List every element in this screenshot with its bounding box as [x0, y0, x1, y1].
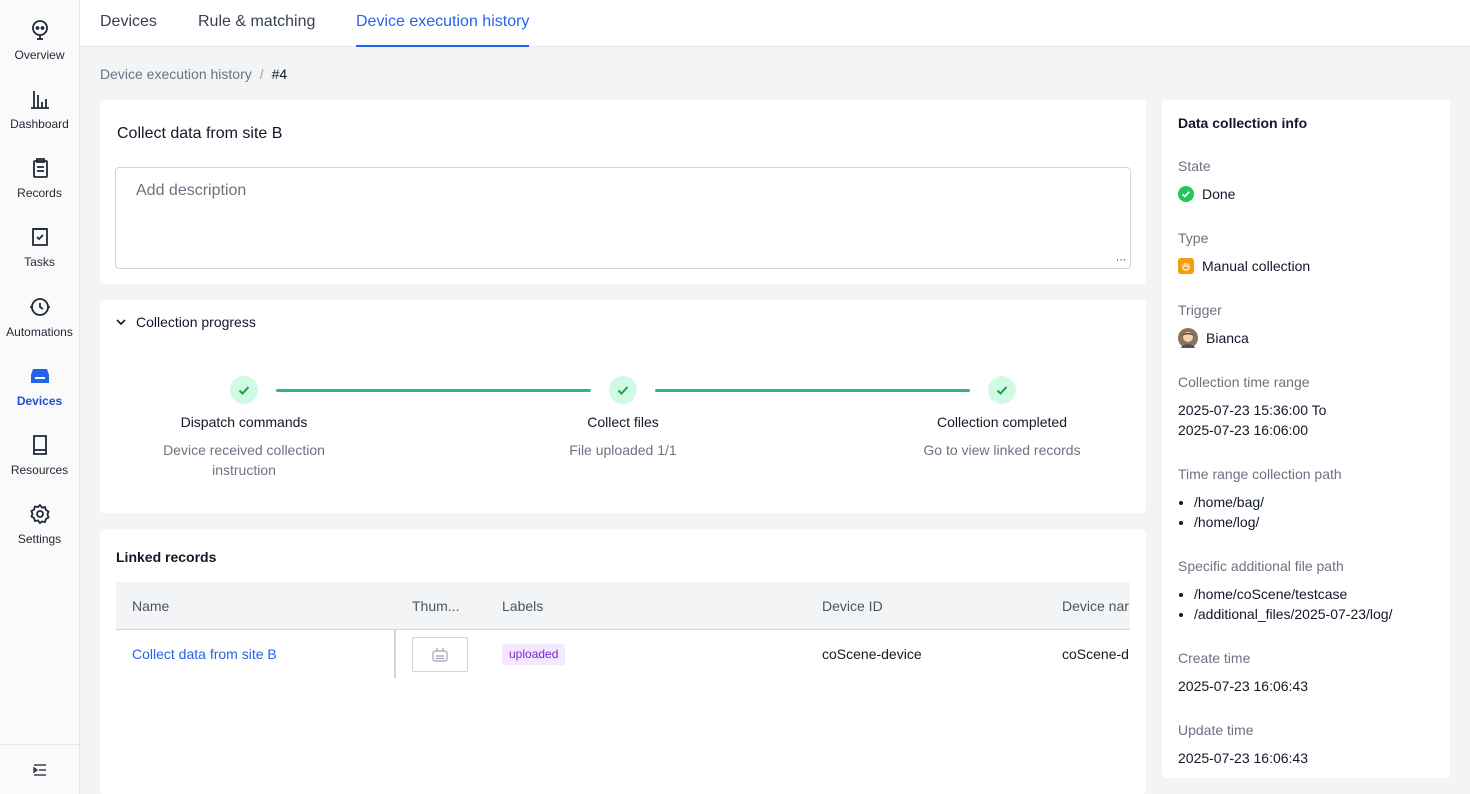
state-label: State — [1178, 158, 1211, 174]
description-input[interactable]: Add description ⋯ — [115, 167, 1131, 269]
resize-handle-icon[interactable]: ⋯ — [1116, 255, 1126, 266]
linked-records-table[interactable]: Name Thum... Labels Device ID Device nar… — [116, 582, 1130, 678]
additional-path-label: Specific additional file path — [1178, 558, 1344, 574]
create-time-label: Create time — [1178, 650, 1251, 666]
gear-icon — [29, 503, 50, 525]
update-time-label: Update time — [1178, 722, 1254, 738]
breadcrumb-current: #4 — [271, 66, 288, 82]
description-placeholder: Add description — [136, 182, 247, 199]
type-label: Type — [1178, 230, 1209, 246]
sidebar-item-label: Resources — [10, 463, 69, 477]
linked-records-card: Linked records Name Thum... Labels Devic… — [100, 529, 1146, 794]
manual-collection-icon — [1178, 258, 1194, 274]
type-value: Manual collection — [1178, 256, 1310, 276]
sidebar-item-resources[interactable]: Resources — [0, 429, 79, 489]
update-time-value: 2025-07-23 16:06:43 — [1178, 750, 1308, 766]
sidebar-item-devices[interactable]: Devices — [0, 360, 79, 420]
column-thumbnail[interactable]: Thum... — [412, 582, 459, 630]
record-title[interactable]: Collect data from site B — [117, 125, 282, 143]
sidebar-item-label: Devices — [16, 394, 63, 408]
automations-icon — [29, 298, 50, 316]
device-name-cell: coScene-d — [1062, 646, 1129, 662]
tasks-icon — [31, 228, 48, 246]
view-linked-records-link[interactable]: Go to view linked records — [882, 440, 1122, 460]
trigger-value: Bianca — [1178, 328, 1249, 348]
sidebar-item-tasks[interactable]: Tasks — [0, 221, 79, 281]
column-device-name[interactable]: Device nar — [1062, 582, 1129, 630]
record-name-link[interactable]: Collect data from site B — [132, 630, 277, 678]
breadcrumb-parent[interactable]: Device execution history — [100, 66, 252, 82]
collection-progress-card: Collection progress Dispatch commands De… — [100, 300, 1146, 513]
step-title: Collect files — [587, 414, 659, 430]
check-icon — [988, 376, 1016, 404]
sidebar-item-records[interactable]: Records — [0, 152, 79, 212]
done-check-icon — [1178, 186, 1194, 202]
collapse-sidebar-button[interactable] — [0, 744, 79, 794]
resources-icon — [32, 435, 47, 455]
sidebar-item-label: Records — [17, 186, 62, 200]
time-range-label: Collection time range — [1178, 374, 1310, 390]
additional-path-list: /home/coScene/testcase /additional_files… — [1194, 584, 1392, 624]
sidebar-item-dashboard[interactable]: Dashboard — [0, 83, 79, 143]
linked-records-title: Linked records — [116, 549, 217, 565]
column-device-id[interactable]: Device ID — [822, 582, 883, 630]
sidebar-item-settings[interactable]: Settings — [0, 498, 79, 558]
record-title-card: Collect data from site B Add description… — [100, 100, 1146, 284]
dashboard-icon — [30, 91, 49, 109]
devices-icon — [30, 369, 49, 383]
time-range-value: 2025-07-23 15:36:00 To 2025-07-23 16:06:… — [1178, 402, 1327, 438]
robot-icon — [432, 647, 448, 662]
progress-step-dispatch: Dispatch commands Device received collec… — [124, 376, 364, 480]
sidebar-item-overview[interactable]: Overview — [0, 14, 79, 74]
tab-rule-matching[interactable]: Rule & matching — [198, 0, 315, 47]
progress-step-completed: Collection completed Go to view linked r… — [882, 376, 1122, 460]
column-labels[interactable]: Labels — [502, 582, 543, 630]
device-id-cell: coScene-device — [822, 646, 922, 662]
collection-path-label: Time range collection path — [1178, 466, 1342, 482]
data-collection-info-panel: Data collection info State Done Type Man… — [1162, 100, 1450, 778]
info-panel-title: Data collection info — [1178, 115, 1308, 131]
breadcrumb: Device execution history / #4 — [100, 66, 287, 82]
sidebar-item-label: Automations — [6, 325, 73, 339]
sidebar: Overview Dashboard Records Tasks Automat… — [0, 0, 80, 794]
sidebar-item-automations[interactable]: Automations — [0, 291, 79, 351]
trigger-label: Trigger — [1178, 302, 1222, 318]
collection-progress-heading: Collection progress — [136, 314, 256, 330]
collection-path-list: /home/bag/ /home/log/ — [1194, 492, 1264, 532]
sidebar-item-label: Settings — [17, 532, 62, 546]
column-divider — [394, 630, 396, 678]
check-icon — [609, 376, 637, 404]
collection-progress-toggle[interactable]: Collection progress — [114, 314, 256, 330]
tab-device-execution-history[interactable]: Device execution history — [356, 0, 530, 47]
state-value: Done — [1178, 184, 1235, 204]
table-row[interactable]: Collect data from site B uploaded coScen… — [116, 630, 1130, 678]
collapse-sidebar-icon — [32, 763, 46, 776]
step-title: Dispatch commands — [180, 414, 308, 430]
record-thumbnail[interactable] — [412, 637, 468, 672]
check-icon — [230, 376, 258, 404]
list-item: /home/log/ — [1194, 512, 1264, 532]
create-time-value: 2025-07-23 16:06:43 — [1178, 678, 1308, 694]
breadcrumb-separator: / — [259, 66, 264, 82]
table-header: Name Thum... Labels Device ID Device nar — [116, 582, 1130, 630]
sidebar-item-label: Overview — [14, 48, 65, 62]
step-description: Device received collection instruction — [163, 442, 325, 478]
list-item: /additional_files/2025-07-23/log/ — [1194, 604, 1392, 624]
list-item: /home/bag/ — [1194, 492, 1264, 512]
tab-devices[interactable]: Devices — [100, 0, 157, 47]
chevron-down-icon — [116, 319, 126, 326]
progress-step-collect-files: Collect files File uploaded 1/1 — [503, 376, 743, 460]
sidebar-item-label: Tasks — [24, 255, 55, 269]
column-name[interactable]: Name — [132, 582, 169, 630]
step-description: File uploaded 1/1 — [569, 442, 677, 458]
overview-icon — [31, 20, 48, 40]
list-item: /home/coScene/testcase — [1194, 584, 1392, 604]
avatar — [1178, 328, 1198, 348]
top-tabbar: Devices Rule & matching Device execution… — [80, 0, 1470, 47]
step-title: Collection completed — [937, 414, 1067, 430]
sidebar-item-label: Dashboard — [10, 117, 69, 131]
label-badge[interactable]: uploaded — [502, 644, 566, 665]
records-icon — [32, 158, 48, 178]
